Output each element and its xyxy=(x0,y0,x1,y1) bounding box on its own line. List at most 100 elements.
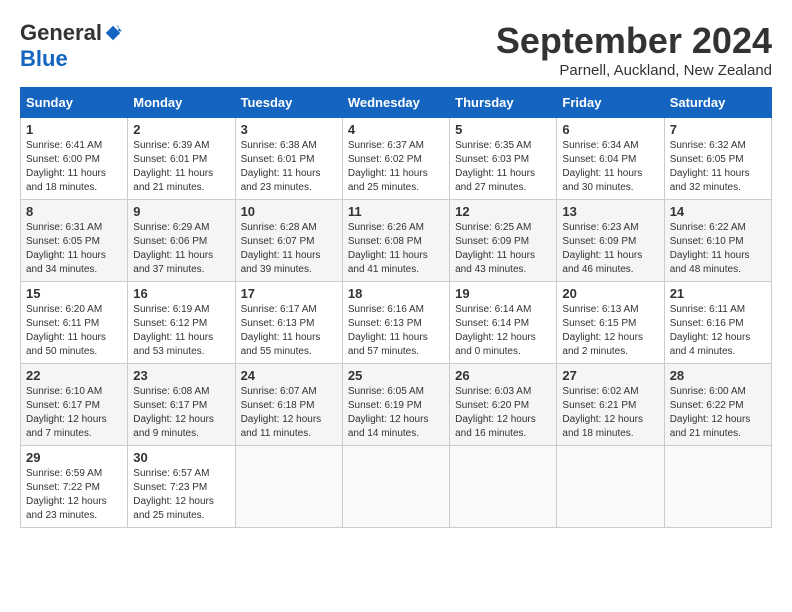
calendar-cell: 1 Sunrise: 6:41 AM Sunset: 6:00 PM Daylig… xyxy=(21,118,128,200)
day-info: Sunrise: 6:34 AM Sunset: 6:04 PM Dayligh… xyxy=(562,139,658,195)
day-info: Sunrise: 6:02 AM Sunset: 6:21 PM Dayligh… xyxy=(562,385,658,441)
weekday-header-sunday: Sunday xyxy=(21,88,128,118)
day-number: 18 xyxy=(348,286,444,301)
day-number: 11 xyxy=(348,204,444,219)
location-subtitle: Parnell, Auckland, New Zealand xyxy=(496,62,772,79)
day-number: 26 xyxy=(455,368,551,383)
day-info: Sunrise: 6:41 AM Sunset: 6:00 PM Dayligh… xyxy=(26,139,122,195)
day-info: Sunrise: 6:32 AM Sunset: 6:05 PM Dayligh… xyxy=(670,139,766,195)
calendar-cell xyxy=(450,446,557,528)
day-info: Sunrise: 6:22 AM Sunset: 6:10 PM Dayligh… xyxy=(670,221,766,277)
day-info: Sunrise: 6:26 AM Sunset: 6:08 PM Dayligh… xyxy=(348,221,444,277)
day-info: Sunrise: 6:03 AM Sunset: 6:20 PM Dayligh… xyxy=(455,385,551,441)
calendar-cell: 23 Sunrise: 6:08 AM Sunset: 6:17 PM Dayli… xyxy=(128,364,235,446)
day-number: 5 xyxy=(455,122,551,137)
calendar-cell: 30Sunrise: 6:57 AM Sunset: 7:23 PM Dayli… xyxy=(128,446,235,528)
weekday-header-thursday: Thursday xyxy=(450,88,557,118)
day-info: Sunrise: 6:38 AM Sunset: 6:01 PM Dayligh… xyxy=(241,139,337,195)
day-info: Sunrise: 6:25 AM Sunset: 6:09 PM Dayligh… xyxy=(455,221,551,277)
day-info: Sunrise: 6:19 AM Sunset: 6:12 PM Dayligh… xyxy=(133,303,229,359)
day-info: Sunrise: 6:37 AM Sunset: 6:02 PM Dayligh… xyxy=(348,139,444,195)
day-number: 21 xyxy=(670,286,766,301)
day-info: Sunrise: 6:28 AM Sunset: 6:07 PM Dayligh… xyxy=(241,221,337,277)
day-info: Sunrise: 6:57 AM Sunset: 7:23 PM Dayligh… xyxy=(133,467,229,523)
calendar-cell: 6 Sunrise: 6:34 AM Sunset: 6:04 PM Daylig… xyxy=(557,118,664,200)
day-number: 27 xyxy=(562,368,658,383)
day-info: Sunrise: 6:39 AM Sunset: 6:01 PM Dayligh… xyxy=(133,139,229,195)
logo: General Blue xyxy=(20,20,122,72)
calendar-cell: 27 Sunrise: 6:02 AM Sunset: 6:21 PM Dayli… xyxy=(557,364,664,446)
calendar-cell: 22 Sunrise: 6:10 AM Sunset: 6:17 PM Dayli… xyxy=(21,364,128,446)
calendar-week-3: 15 Sunrise: 6:20 AM Sunset: 6:11 PM Dayli… xyxy=(21,282,772,364)
day-number: 6 xyxy=(562,122,658,137)
day-number: 17 xyxy=(241,286,337,301)
day-info: Sunrise: 6:14 AM Sunset: 6:14 PM Dayligh… xyxy=(455,303,551,359)
day-number: 25 xyxy=(348,368,444,383)
day-info: Sunrise: 6:17 AM Sunset: 6:13 PM Dayligh… xyxy=(241,303,337,359)
calendar-cell: 29 Sunrise: 6:59 AM Sunset: 7:22 PM Dayli… xyxy=(21,446,128,528)
calendar-cell: 14 Sunrise: 6:22 AM Sunset: 6:10 PM Dayli… xyxy=(664,200,771,282)
day-info: Sunrise: 6:31 AM Sunset: 6:05 PM Dayligh… xyxy=(26,221,122,277)
day-info: Sunrise: 6:29 AM Sunset: 6:06 PM Dayligh… xyxy=(133,221,229,277)
day-number: 28 xyxy=(670,368,766,383)
day-info: Sunrise: 6:16 AM Sunset: 6:13 PM Dayligh… xyxy=(348,303,444,359)
day-info: Sunrise: 6:13 AM Sunset: 6:15 PM Dayligh… xyxy=(562,303,658,359)
calendar-week-2: 8 Sunrise: 6:31 AM Sunset: 6:05 PM Daylig… xyxy=(21,200,772,282)
calendar-cell: 25 Sunrise: 6:05 AM Sunset: 6:19 PM Dayli… xyxy=(342,364,449,446)
day-number: 7 xyxy=(670,122,766,137)
day-number: 4 xyxy=(348,122,444,137)
day-info: Sunrise: 6:00 AM Sunset: 6:22 PM Dayligh… xyxy=(670,385,766,441)
day-info: Sunrise: 6:59 AM Sunset: 7:22 PM Dayligh… xyxy=(26,467,122,523)
calendar-cell: 11 Sunrise: 6:26 AM Sunset: 6:08 PM Dayli… xyxy=(342,200,449,282)
calendar-cell: 15 Sunrise: 6:20 AM Sunset: 6:11 PM Dayli… xyxy=(21,282,128,364)
day-info: Sunrise: 6:08 AM Sunset: 6:17 PM Dayligh… xyxy=(133,385,229,441)
day-number: 10 xyxy=(241,204,337,219)
weekday-header-tuesday: Tuesday xyxy=(235,88,342,118)
day-info: Sunrise: 6:23 AM Sunset: 6:09 PM Dayligh… xyxy=(562,221,658,277)
weekday-header-wednesday: Wednesday xyxy=(342,88,449,118)
calendar-cell: 28 Sunrise: 6:00 AM Sunset: 6:22 PM Dayli… xyxy=(664,364,771,446)
day-info: Sunrise: 6:20 AM Sunset: 6:11 PM Dayligh… xyxy=(26,303,122,359)
calendar-cell xyxy=(664,446,771,528)
day-number: 1 xyxy=(26,122,122,137)
day-number: 15 xyxy=(26,286,122,301)
day-number: 24 xyxy=(241,368,337,383)
day-number: 2 xyxy=(133,122,229,137)
page-header: General Blue September 2024 Parnell, Auc… xyxy=(20,20,772,79)
logo-icon xyxy=(104,24,122,42)
calendar-week-1: 1 Sunrise: 6:41 AM Sunset: 6:00 PM Daylig… xyxy=(21,118,772,200)
calendar-cell: 19 Sunrise: 6:14 AM Sunset: 6:14 PM Dayli… xyxy=(450,282,557,364)
day-number: 23 xyxy=(133,368,229,383)
weekday-header-monday: Monday xyxy=(128,88,235,118)
calendar-cell: 5 Sunrise: 6:35 AM Sunset: 6:03 PM Daylig… xyxy=(450,118,557,200)
day-number: 20 xyxy=(562,286,658,301)
day-number: 12 xyxy=(455,204,551,219)
calendar-week-5: 29 Sunrise: 6:59 AM Sunset: 7:22 PM Dayli… xyxy=(21,446,772,528)
calendar-cell: 16 Sunrise: 6:19 AM Sunset: 6:12 PM Dayli… xyxy=(128,282,235,364)
day-number: 22 xyxy=(26,368,122,383)
day-info: Sunrise: 6:10 AM Sunset: 6:17 PM Dayligh… xyxy=(26,385,122,441)
day-number: 8 xyxy=(26,204,122,219)
day-number: 14 xyxy=(670,204,766,219)
calendar-cell: 8 Sunrise: 6:31 AM Sunset: 6:05 PM Daylig… xyxy=(21,200,128,282)
day-info: Sunrise: 6:11 AM Sunset: 6:16 PM Dayligh… xyxy=(670,303,766,359)
calendar-cell: 26 Sunrise: 6:03 AM Sunset: 6:20 PM Dayli… xyxy=(450,364,557,446)
day-number: 16 xyxy=(133,286,229,301)
calendar-cell xyxy=(342,446,449,528)
calendar-cell xyxy=(557,446,664,528)
calendar-cell xyxy=(235,446,342,528)
day-number: 3 xyxy=(241,122,337,137)
calendar-cell: 9 Sunrise: 6:29 AM Sunset: 6:06 PM Daylig… xyxy=(128,200,235,282)
day-info: Sunrise: 6:35 AM Sunset: 6:03 PM Dayligh… xyxy=(455,139,551,195)
day-info: Sunrise: 6:05 AM Sunset: 6:19 PM Dayligh… xyxy=(348,385,444,441)
day-number: 29 xyxy=(26,450,122,465)
day-number: 13 xyxy=(562,204,658,219)
day-number: 9 xyxy=(133,204,229,219)
weekday-header-row: SundayMondayTuesdayWednesdayThursdayFrid… xyxy=(21,88,772,118)
calendar-cell: 10 Sunrise: 6:28 AM Sunset: 6:07 PM Dayli… xyxy=(235,200,342,282)
day-info: Sunrise: 6:07 AM Sunset: 6:18 PM Dayligh… xyxy=(241,385,337,441)
calendar-week-4: 22 Sunrise: 6:10 AM Sunset: 6:17 PM Dayli… xyxy=(21,364,772,446)
day-number: 19 xyxy=(455,286,551,301)
calendar-cell: 12 Sunrise: 6:25 AM Sunset: 6:09 PM Dayli… xyxy=(450,200,557,282)
weekday-header-saturday: Saturday xyxy=(664,88,771,118)
